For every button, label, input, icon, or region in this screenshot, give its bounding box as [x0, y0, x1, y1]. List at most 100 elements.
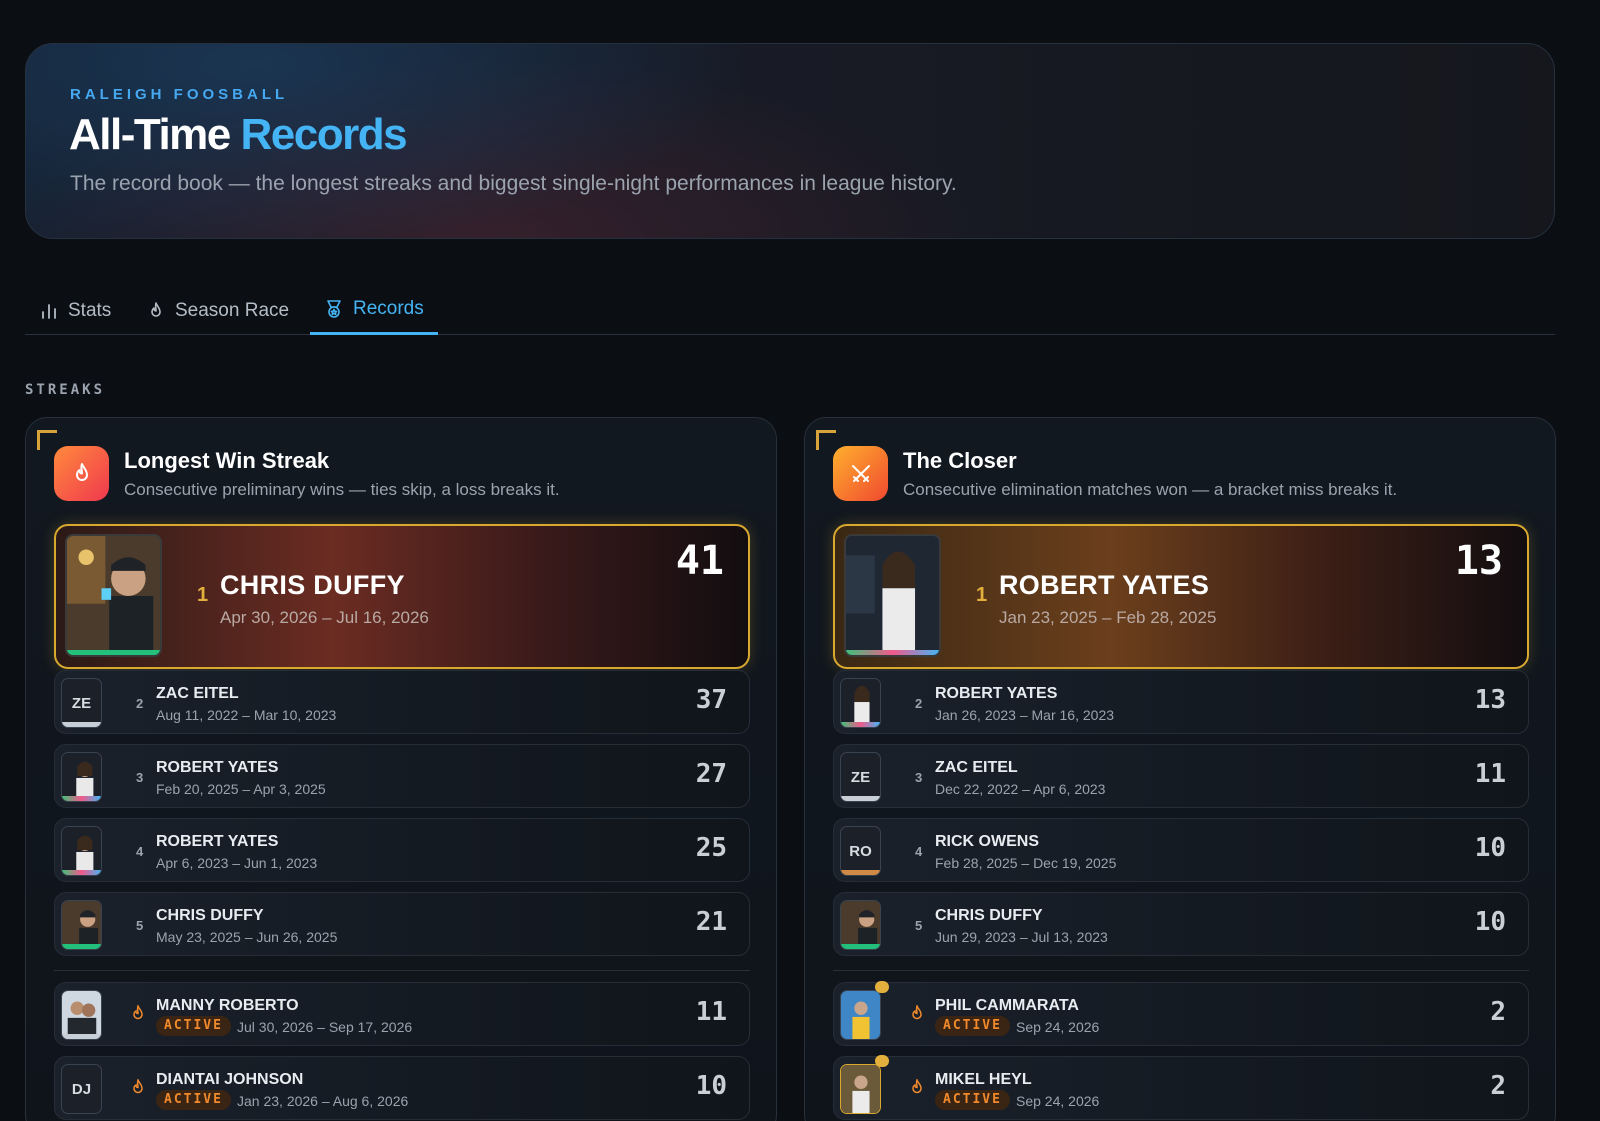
record-holder-top[interactable]: 1 ROBERT YATES Jan 23, 2025 – Feb 28, 20…: [833, 524, 1529, 669]
active-badge: ACTIVE: [156, 1090, 231, 1110]
streak-dates: Jun 29, 2023 – Jul 13, 2023: [935, 929, 1108, 945]
page-title-accent: Records: [240, 110, 408, 159]
list-item-active[interactable]: MANNY ROBERTO ACTIVE Jul 30, 2026 – Sep …: [54, 982, 750, 1046]
streak-value: 21: [695, 907, 727, 937]
card-title: Longest Win Streak: [124, 448, 330, 473]
player-name: MANNY ROBERTO: [156, 997, 299, 1014]
crown-icon: [875, 1055, 889, 1067]
streak-value: 37: [695, 685, 727, 715]
list-item[interactable]: 5 CHRIS DUFFY May 23, 2025 – Jun 26, 202…: [54, 892, 750, 956]
active-badge: ACTIVE: [156, 1016, 231, 1036]
flame-icon: [133, 1079, 143, 1094]
card-longest-win-streak: Longest Win Streak Consecutive prelimina…: [25, 417, 777, 1121]
tab-records[interactable]: Records: [310, 286, 438, 335]
avatar: [61, 752, 102, 802]
avatar: RO: [840, 826, 881, 876]
divider: [54, 970, 750, 971]
avatar: [844, 534, 941, 657]
player-name: CHRIS DUFFY: [156, 907, 264, 924]
streak-dates: Dec 22, 2022 – Apr 6, 2023: [935, 781, 1106, 797]
list-item[interactable]: 4 ROBERT YATES Apr 6, 2023 – Jun 1, 2023…: [54, 818, 750, 882]
flame-icon: [75, 462, 88, 481]
list-item-active[interactable]: PHIL CAMMARATA ACTIVE Sep 24, 2026 2: [833, 981, 1529, 1046]
avatar: ZE: [61, 678, 102, 728]
rank-number: 1: [197, 584, 209, 606]
player-name: CHRIS DUFFY: [935, 907, 1043, 924]
streak-value: 10: [695, 1071, 727, 1101]
tab-bar: Stats Season Race Records: [25, 286, 1555, 335]
player-name: PHIL CAMMARATA: [935, 997, 1079, 1014]
page-title: All-Time Records: [69, 110, 408, 160]
rank-number: 5: [915, 918, 923, 933]
card-description: Consecutive elimination matches won — a …: [903, 480, 1398, 499]
tab-season-race-label: Season Race: [175, 299, 290, 321]
crossed-swords-icon: [851, 464, 870, 482]
league-name: RALEIGH FOOSBALL: [70, 86, 289, 103]
list-item[interactable]: 3 ROBERT YATES Feb 20, 2025 – Apr 3, 202…: [54, 744, 750, 808]
player-name: ROBERT YATES: [935, 685, 1058, 702]
avatar: ZE: [840, 752, 881, 802]
divider: [833, 970, 1529, 971]
avatar-initials: RO: [849, 842, 872, 860]
record-holder-top[interactable]: 1 CHRIS DUFFY Apr 30, 2026 – Jul 16, 202…: [54, 524, 750, 669]
avatar: [840, 1064, 881, 1114]
streak-dates: Sep 24, 2026: [1016, 1093, 1100, 1109]
streak-value: 25: [695, 833, 727, 863]
tab-stats[interactable]: Stats: [25, 286, 125, 335]
streak-dates: May 23, 2025 – Jun 26, 2025: [156, 929, 338, 945]
player-name: ROBERT YATES: [156, 759, 279, 776]
list-item-active[interactable]: MIKEL HEYL ACTIVE Sep 24, 2026 2: [833, 1055, 1529, 1120]
list-item[interactable]: 2 ROBERT YATES Jan 26, 2023 – Mar 16, 20…: [833, 670, 1529, 734]
avatar-initials: DJ: [71, 1080, 92, 1098]
streak-value: 27: [695, 759, 727, 789]
rank-number: 5: [136, 918, 144, 933]
avatar: DJ: [61, 1064, 102, 1114]
active-badge: ACTIVE: [935, 1090, 1010, 1110]
tab-season-race[interactable]: Season Race: [132, 286, 303, 335]
list-item[interactable]: RO 4 RICK OWENS Feb 28, 2025 – Dec 19, 2…: [833, 818, 1529, 882]
card-icon: [54, 446, 109, 501]
streak-dates: Jan 26, 2023 – Mar 16, 2023: [935, 707, 1115, 723]
player-name: ZAC EITEL: [935, 759, 1018, 776]
streak-value: 11: [695, 997, 727, 1027]
streak-value: 2: [1490, 997, 1506, 1027]
avatar-initials: ZE: [850, 768, 871, 786]
flame-icon: [912, 1079, 922, 1094]
active-badge: ACTIVE: [935, 1016, 1010, 1036]
player-name: MIKEL HEYL: [935, 1071, 1032, 1088]
card-corner-accent: [37, 430, 57, 450]
flame-icon: [133, 1005, 143, 1020]
rank-number: 4: [915, 844, 923, 859]
avatar: [840, 900, 881, 950]
rank-number: 2: [136, 696, 144, 711]
list-item[interactable]: 5 CHRIS DUFFY Jun 29, 2023 – Jul 13, 202…: [833, 892, 1529, 956]
avatar: [840, 990, 881, 1040]
streak-value: 2: [1490, 1071, 1506, 1101]
streak-value: 10: [1474, 907, 1506, 937]
rank-number: 3: [915, 770, 923, 785]
player-name: RICK OWENS: [935, 833, 1039, 850]
streak-value: 13: [1474, 685, 1506, 715]
medal-icon: [327, 300, 341, 318]
card-description: Consecutive preliminary wins — ties skip…: [124, 480, 560, 499]
bar-chart-icon: [42, 303, 56, 319]
avatar: [840, 678, 881, 728]
section-label-streaks: STREAKS: [25, 382, 106, 398]
avatar: [61, 990, 102, 1040]
streak-dates: Jan 23, 2026 – Aug 6, 2026: [237, 1093, 409, 1109]
rank-number: 3: [136, 770, 144, 785]
flame-icon: [151, 301, 161, 317]
list-item[interactable]: ZE 2 ZAC EITEL Aug 11, 2022 – Mar 10, 20…: [54, 670, 750, 734]
streak-dates: Apr 6, 2023 – Jun 1, 2023: [156, 855, 318, 871]
streak-value: 13: [1454, 538, 1503, 584]
tab-records-label: Records: [353, 298, 424, 319]
list-item[interactable]: ZE 3 ZAC EITEL Dec 22, 2022 – Apr 6, 202…: [833, 744, 1529, 808]
card-the-closer: The Closer Consecutive elimination match…: [804, 417, 1556, 1121]
streak-dates: Apr 30, 2026 – Jul 16, 2026: [220, 608, 429, 627]
player-name: ZAC EITEL: [156, 685, 239, 702]
card-corner-accent: [816, 430, 836, 450]
card-icon: [833, 446, 888, 501]
list-item-active[interactable]: DJ DIANTAI JOHNSON ACTIVE Jan 23, 2026 –…: [54, 1056, 750, 1120]
streak-value: 11: [1474, 759, 1506, 789]
player-name: DIANTAI JOHNSON: [156, 1071, 304, 1088]
